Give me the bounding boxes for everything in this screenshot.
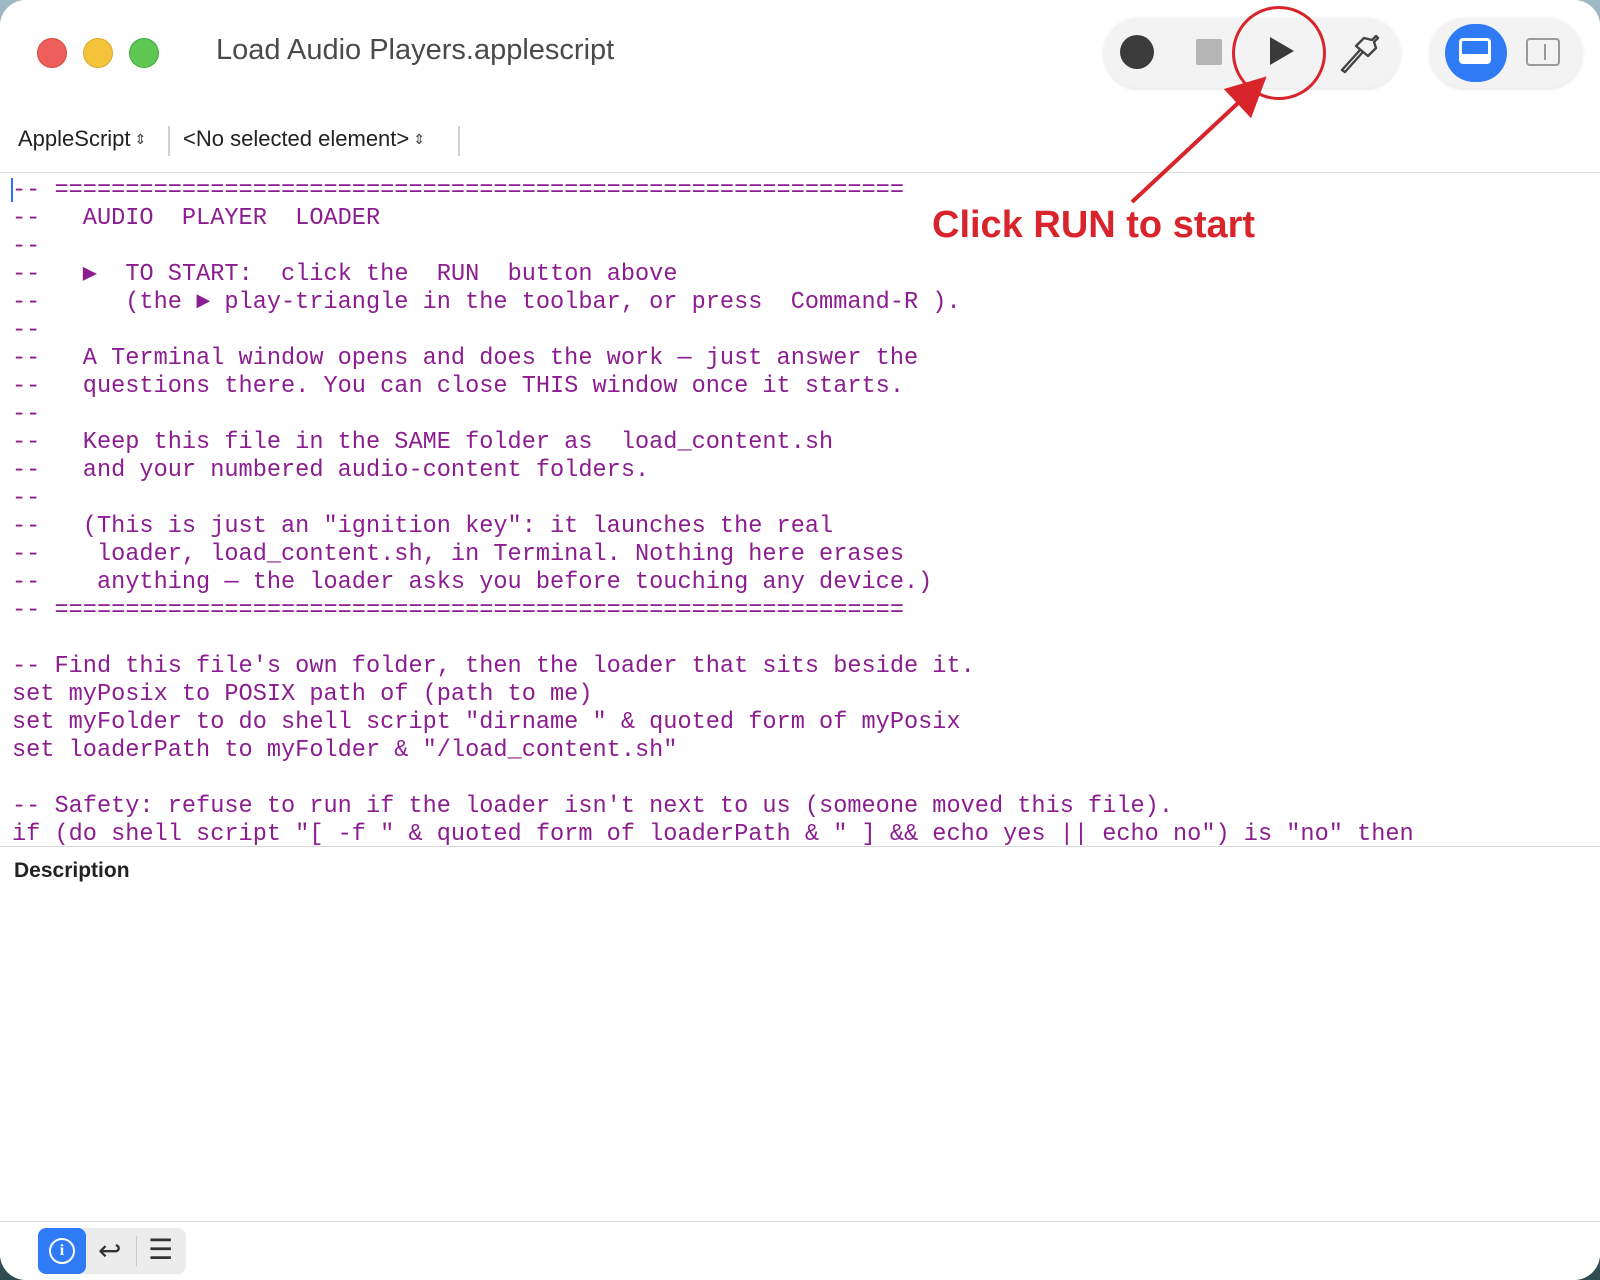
code-line: -- ▶ TO START: click the RUN button abov… (12, 261, 678, 288)
code-line: -- (This is just an "ignition key": it l… (12, 513, 834, 540)
divider (168, 126, 170, 156)
code-line: set myFolder to do shell script "dirname… (12, 709, 961, 736)
code-line: -- Safety: refuse to run if the loader i… (12, 793, 1174, 820)
show-bottom-panel-button[interactable] (1445, 24, 1507, 82)
code-line: -- (12, 317, 41, 344)
annotation-label: Click RUN to start (932, 204, 1256, 246)
show-side-panel-button[interactable] (1526, 38, 1560, 66)
window-title: Load Audio Players.applescript (216, 34, 615, 66)
chevron-updown-icon: ⇕ (134, 131, 147, 147)
close-window-button[interactable] (37, 38, 67, 68)
info-icon: i (49, 1238, 75, 1264)
code-line: -- (12, 485, 41, 512)
code-line: -- =====================================… (12, 597, 904, 624)
script-text[interactable]: -- =====================================… (12, 177, 1414, 846)
navigation-bar: AppleScript ⇕ <No selected element> ⇕ (0, 104, 1600, 173)
minimize-window-button[interactable] (83, 38, 113, 68)
reply-icon: ↩ (98, 1234, 122, 1267)
hammer-icon (1340, 34, 1380, 74)
description-label: Description (14, 859, 130, 882)
text-cursor (11, 178, 13, 202)
chevron-updown-icon: ⇕ (413, 131, 425, 147)
code-line: -- Find this file's own folder, then the… (12, 653, 975, 680)
code-line: -- (the ► play-triangle in the toolbar, … (12, 289, 961, 316)
divider (136, 1236, 137, 1266)
element-label: <No selected element> (183, 126, 410, 151)
code-line: -- and your numbered audio-content folde… (12, 457, 650, 484)
annotation-circle (1232, 6, 1326, 100)
description-field[interactable] (0, 895, 1600, 1221)
script-editor[interactable]: -- =====================================… (0, 173, 1600, 846)
code-line: set myPosix to POSIX path of (path to me… (12, 681, 593, 708)
side-panel-icon (1526, 38, 1560, 66)
record-button[interactable] (1120, 35, 1154, 69)
code-line: if (do shell script "[ -f " & quoted for… (12, 821, 1414, 846)
language-label: AppleScript (18, 126, 131, 151)
divider (458, 126, 460, 156)
bottom-bar: i ↩ ☰ (0, 1221, 1600, 1280)
title-bar: Load Audio Players.applescript (0, 0, 1600, 104)
description-tab[interactable]: i (38, 1228, 86, 1274)
code-line: -- questions there. You can close THIS w… (12, 373, 904, 400)
bottom-panel-icon (1459, 38, 1491, 64)
result-tab[interactable]: ↩ (88, 1228, 136, 1274)
script-editor-window: Load Audio Players.applescript AppleScri… (0, 0, 1600, 1280)
code-line: -- =====================================… (12, 177, 904, 204)
code-line: -- loader, load_content.sh, in Terminal.… (12, 541, 904, 568)
element-popup[interactable]: <No selected element> ⇕ (183, 126, 425, 152)
stop-button[interactable] (1196, 39, 1222, 65)
language-popup[interactable]: AppleScript ⇕ (18, 126, 146, 152)
code-line: set loaderPath to myFolder & "/load_cont… (12, 737, 678, 764)
bottom-view-selector: i ↩ ☰ (38, 1228, 186, 1274)
code-line: -- (12, 401, 41, 428)
log-tab[interactable]: ☰ (138, 1228, 186, 1274)
compile-button[interactable] (1336, 30, 1382, 76)
description-header: Description (0, 846, 1600, 896)
zoom-window-button[interactable] (129, 38, 159, 68)
code-line: -- A Terminal window opens and does the … (12, 345, 919, 372)
code-line: -- anything — the loader asks you before… (12, 569, 933, 596)
code-line: -- Keep this file in the SAME folder as … (12, 429, 834, 456)
list-icon: ☰ (148, 1233, 174, 1266)
